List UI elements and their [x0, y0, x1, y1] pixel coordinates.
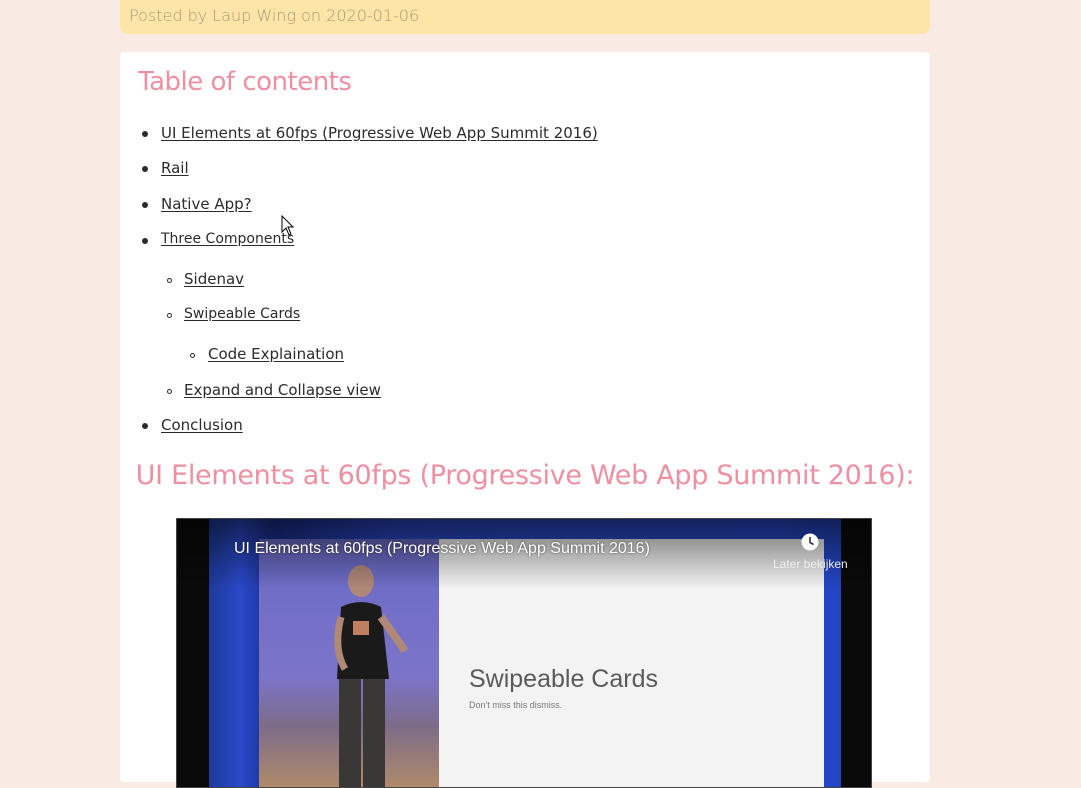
bullet-circle-icon: [190, 353, 195, 358]
author-name: Laup Wing: [212, 6, 297, 25]
presenter-figure: [334, 565, 409, 787]
bullet-disc-icon: [142, 238, 148, 244]
watch-later-button[interactable]: Later bekijken: [773, 557, 848, 571]
section-heading: UI Elements at 60fps (Progressive Web Ap…: [135, 460, 915, 491]
toc-link-conclusion[interactable]: Conclusion: [161, 416, 243, 434]
toc-item-wrapper: Sidenav: [184, 270, 244, 288]
toc-link-rail[interactable]: Rail: [161, 159, 189, 177]
toc-link-sidenav[interactable]: Sidenav: [184, 270, 244, 288]
clock-icon[interactable]: [801, 533, 819, 551]
mouse-cursor-icon: [281, 215, 295, 236]
post-card: Table of contents UI Elements at 60fps (…: [120, 52, 930, 788]
post-date: 2020-01-06: [326, 6, 420, 25]
bullet-circle-icon: [167, 278, 172, 283]
post-meta-bar: Posted by Laup Wing on 2020-01-06: [120, 0, 930, 34]
toc-item-wrapper: Rail: [161, 159, 189, 177]
toc-link-swipeable-cards[interactable]: Swipeable Cards: [184, 306, 300, 322]
posted-by-label: Posted by: [129, 6, 208, 25]
toc-link-ui-elements[interactable]: UI Elements at 60fps (Progressive Web Ap…: [161, 124, 598, 142]
toc-item-wrapper: Expand and Collapse view: [184, 381, 381, 399]
slide-subtitle: Don't miss this dismiss.: [469, 700, 563, 710]
bullet-disc-icon: [142, 166, 148, 172]
toc-title: Table of contents: [138, 67, 352, 97]
on-label: on: [301, 6, 322, 25]
toc-item-wrapper: Code Explaination: [208, 345, 344, 363]
bullet-disc-icon: [142, 131, 148, 137]
toc-item-wrapper: Conclusion: [161, 416, 243, 434]
toc-link-code-explaination[interactable]: Code Explaination: [208, 345, 344, 363]
slide-title: Swipeable Cards: [469, 665, 658, 693]
bullet-disc-icon: [142, 423, 148, 429]
bullet-circle-icon: [167, 313, 172, 318]
toc-item-wrapper: Native App?: [161, 195, 252, 213]
toc-item-wrapper: Swipeable Cards: [184, 306, 300, 322]
toc-link-expand-collapse[interactable]: Expand and Collapse view: [184, 381, 381, 399]
toc-item-wrapper: Three Components: [161, 231, 294, 247]
toc-link-native-app[interactable]: Native App?: [161, 195, 252, 213]
toc-link-three-components[interactable]: Three Components: [161, 231, 294, 247]
toc-item-wrapper: UI Elements at 60fps (Progressive Web Ap…: [161, 124, 598, 142]
video-embed[interactable]: Swipeable Cards Don't miss this dismiss.…: [176, 518, 872, 788]
video-title[interactable]: UI Elements at 60fps (Progressive Web Ap…: [234, 540, 650, 558]
bullet-circle-icon: [167, 389, 172, 394]
bullet-disc-icon: [142, 202, 148, 208]
